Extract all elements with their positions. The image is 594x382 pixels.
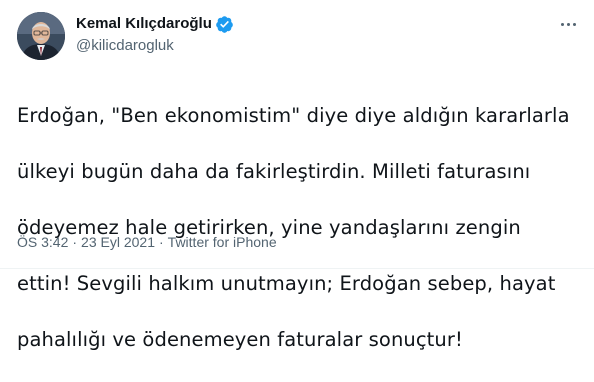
tweet-date[interactable]: 23 Eyl 2021 <box>81 232 155 252</box>
name-row: Kemal Kılıçdaroğlu <box>76 14 234 34</box>
display-name[interactable]: Kemal Kılıçdaroğlu <box>76 14 212 34</box>
avatar-photo <box>17 12 65 60</box>
tweet-text-line: ülkeyi bugün daha da fakirleştirdin. Mil… <box>17 160 531 183</box>
tweet-text-line: Erdoğan, "Ben ekonomistim" diye diye ald… <box>17 104 570 127</box>
verified-badge-icon <box>215 15 234 34</box>
tweet-source[interactable]: Twitter for iPhone <box>168 232 277 252</box>
author-block: Kemal Kılıçdaroğlu @kilicdarogluk <box>76 14 234 56</box>
tweet-text: Erdoğan, "Ben ekonomistim" diye diye ald… <box>17 74 577 382</box>
handle[interactable]: @kilicdarogluk <box>76 36 234 56</box>
tweet-card: Kemal Kılıçdaroğlu @kilicdarogluk Erdoğa… <box>0 0 594 351</box>
tweet-text-line: pahalılığı ve ödenemeyen faturalar sonuç… <box>17 328 463 351</box>
meta-separator: · <box>72 234 78 250</box>
tweet-meta: ÖS 3:42 · 23 Eyl 2021 · Twitter for iPho… <box>17 232 277 252</box>
tweet-text-line: ettin! Sevgili halkım unutmayın; Erdoğan… <box>17 272 556 295</box>
avatar[interactable] <box>17 12 65 60</box>
tweet-time[interactable]: ÖS 3:42 <box>17 232 68 252</box>
more-options-icon[interactable] <box>552 12 584 36</box>
meta-separator: · <box>159 234 164 250</box>
